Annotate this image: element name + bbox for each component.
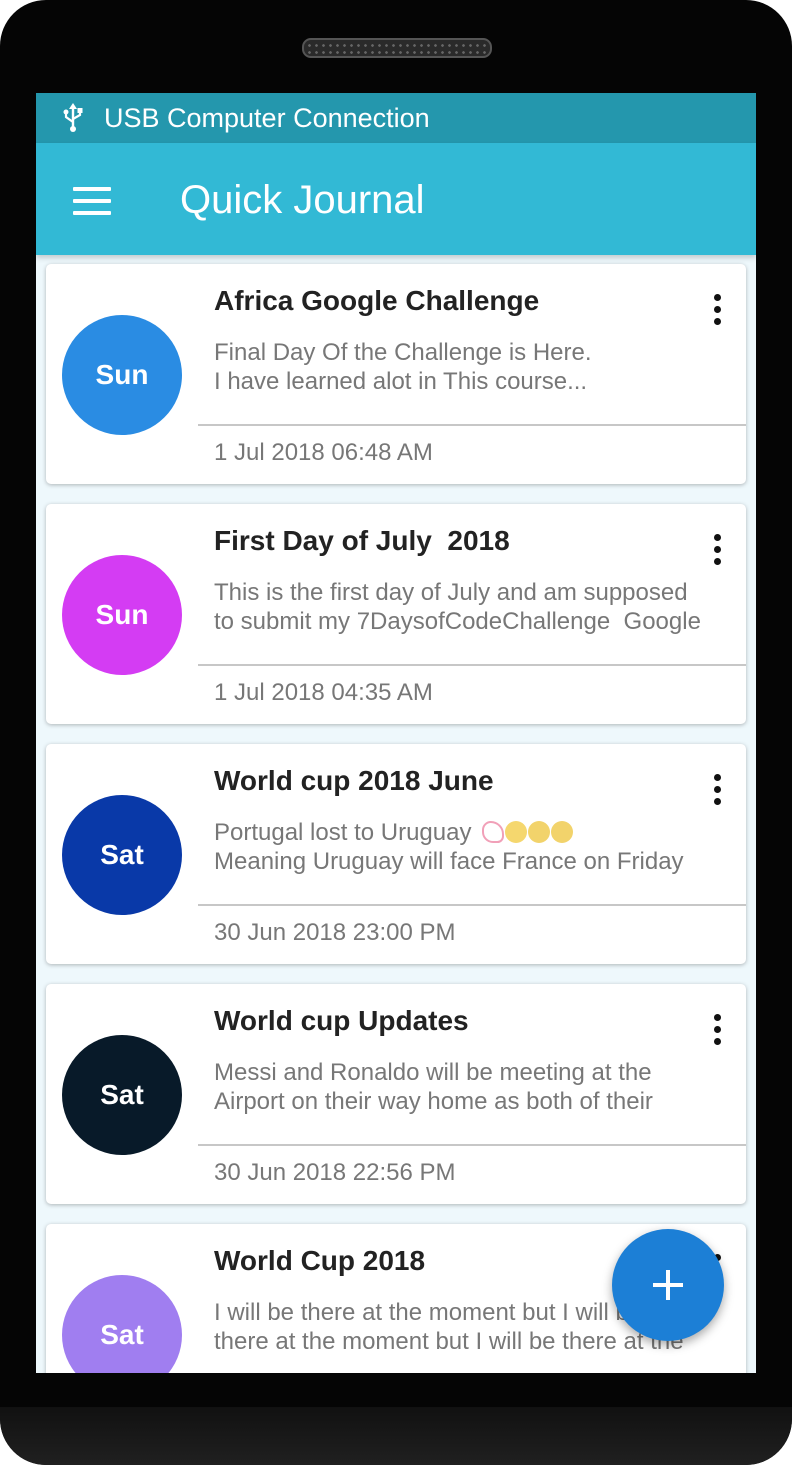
entry-title: World Cup 2018 <box>214 1245 426 1276</box>
more-vert-icon[interactable] <box>702 770 732 810</box>
journal-entry-card[interactable]: Sat World cup Updates Messi and Ronaldo … <box>46 984 746 1204</box>
app-title: Quick Journal <box>180 178 425 222</box>
entry-title: Africa Google Challenge <box>214 285 540 316</box>
entry-body-line: to submit my 7DaysofCodeChallenge Google <box>214 608 701 635</box>
usb-icon <box>63 103 83 132</box>
flexed-biceps-emoji-icon <box>482 821 505 843</box>
divider <box>198 424 746 426</box>
day-avatar: Sun <box>62 315 182 435</box>
day-avatar: Sun <box>62 555 182 675</box>
phone-bottom-bezel <box>0 1407 792 1465</box>
squinting-tongue-emoji-icon <box>505 821 528 843</box>
day-avatar: Sat <box>62 1035 182 1155</box>
entry-body: This is the first day of July and am sup… <box>214 578 726 636</box>
entry-body-line: Final Day Of the Challenge is Here. <box>214 339 592 366</box>
journal-entry-card[interactable]: Sat World cup 2018 June Portugal lost to… <box>46 744 746 964</box>
entry-body-line: I have learned alot in This course... <box>214 368 588 395</box>
journal-entry-card[interactable]: Sun Africa Google Challenge Final Day Of… <box>46 264 746 484</box>
entry-date: 30 Jun 2018 22:56 PM <box>214 1159 456 1186</box>
grinning-face-emoji-icon <box>551 821 574 843</box>
entry-date: 1 Jul 2018 04:35 AM <box>214 679 433 706</box>
divider <box>198 904 746 906</box>
phone-speaker <box>302 38 492 58</box>
status-bar[interactable]: USB Computer Connection <box>36 93 756 143</box>
more-vert-icon[interactable] <box>702 290 732 330</box>
entry-body-line: Airport on their way home as both of the… <box>214 1088 653 1115</box>
entry-body: Final Day Of the Challenge is Here. I ha… <box>214 338 726 396</box>
entry-body-line: Portugal lost to Uruguay <box>214 818 726 847</box>
journal-entry-card[interactable]: Sun First Day of July 2018 This is the f… <box>46 504 746 724</box>
notification-text: USB Computer Connection <box>104 103 430 133</box>
app-screen: USB Computer Connection Quick Journal Su… <box>36 93 756 1373</box>
phone-frame: USB Computer Connection Quick Journal Su… <box>0 0 792 1465</box>
entry-title: World cup Updates <box>214 1005 469 1036</box>
entry-body-line: Messi and Ronaldo will be meeting at the <box>214 1059 652 1086</box>
entry-body-line: Meaning Uruguay will face France on Frid… <box>214 848 684 875</box>
add-entry-fab[interactable] <box>612 1229 724 1341</box>
entry-body: Portugal lost to Uruguay Meaning Uruguay… <box>214 818 726 876</box>
day-avatar: Sat <box>62 1275 182 1373</box>
entry-date: 30 Jun 2018 23:00 PM <box>214 919 456 946</box>
entry-date: 1 Jul 2018 06:48 AM <box>214 439 433 466</box>
entry-body-text: Portugal lost to Uruguay <box>214 819 472 846</box>
app-bar: Quick Journal <box>36 143 756 255</box>
entry-body-line: This is the first day of July and am sup… <box>214 579 688 606</box>
entry-title: World cup 2018 June <box>214 765 494 796</box>
divider <box>198 664 746 666</box>
divider <box>198 1144 746 1146</box>
day-avatar: Sat <box>62 795 182 915</box>
grinning-face-emoji-icon <box>528 821 551 843</box>
plus-icon <box>666 1270 670 1300</box>
entry-title: First Day of July 2018 <box>214 525 510 556</box>
more-vert-icon[interactable] <box>702 530 732 570</box>
hamburger-menu-icon[interactable] <box>56 171 128 227</box>
entry-body: Messi and Ronaldo will be meeting at the… <box>214 1058 726 1116</box>
more-vert-icon[interactable] <box>702 1010 732 1050</box>
